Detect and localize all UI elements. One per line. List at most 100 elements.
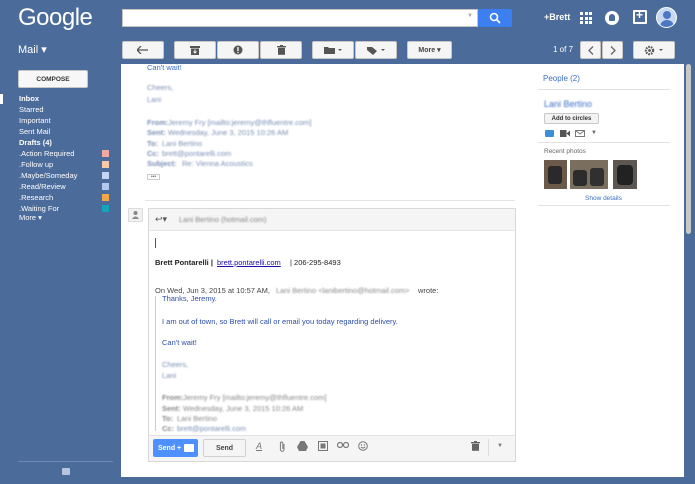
on-wrote-suffix: wrote: xyxy=(418,286,439,295)
active-indicator xyxy=(0,94,3,104)
discard-draft-icon[interactable] xyxy=(471,441,480,453)
quoted-cheers: Cheers, xyxy=(162,360,189,369)
quoted-sent-value: Wednesday, June 3, 2015 10:26 AM xyxy=(183,404,304,413)
delete-button[interactable] xyxy=(260,41,302,59)
scrollbar[interactable] xyxy=(686,64,691,234)
sidebar-item-waiting-for[interactable]: .Waiting For xyxy=(19,204,59,213)
people-divider xyxy=(538,205,670,206)
quoted-cc-value: brett@pontarelli.com xyxy=(162,149,232,158)
send-plus-button[interactable]: Send + xyxy=(153,439,198,457)
report-spam-button[interactable] xyxy=(217,41,259,59)
more-options-caret-icon[interactable]: ▼ xyxy=(497,443,503,449)
back-button[interactable] xyxy=(122,41,164,59)
quoted-cc-label: Cc: xyxy=(147,149,160,158)
apps-grid-icon[interactable] xyxy=(580,12,592,24)
user-plus-link[interactable]: +Brett xyxy=(544,12,570,22)
sidebar-item-starred[interactable]: Starred xyxy=(19,105,44,114)
message-divider xyxy=(145,200,515,201)
move-to-button[interactable] xyxy=(312,41,354,59)
label-color-swatch[interactable] xyxy=(102,194,109,201)
signature-name: Brett Pontarelli | xyxy=(155,258,213,267)
trash-icon xyxy=(276,45,286,55)
share-plus-icon[interactable] xyxy=(633,8,647,24)
account-avatar[interactable] xyxy=(656,7,677,28)
reply-type-icon[interactable]: ↩▾ xyxy=(155,214,167,225)
google-logo[interactable]: Google xyxy=(18,4,93,32)
quoted-thanks: Thanks, Jeremy. xyxy=(162,294,217,303)
quoted-sent-label: Sent: xyxy=(147,128,166,137)
quoted-to-value: Lani Bertino xyxy=(177,414,218,423)
label-color-swatch[interactable] xyxy=(102,172,109,179)
signature-phone: | 206-295-8493 xyxy=(290,258,341,267)
pager-count: 1 of 7 xyxy=(553,45,574,54)
search-options-caret-icon[interactable]: ▼ xyxy=(467,13,473,19)
search-input[interactable] xyxy=(122,9,478,27)
sidebar-item-research[interactable]: .Research xyxy=(19,193,53,202)
sidebar-item-drafts[interactable]: Drafts (4) xyxy=(19,138,52,147)
more-actions-caret-icon[interactable]: ▼ xyxy=(591,130,597,136)
contact-name[interactable]: Lani Bertino xyxy=(544,99,592,109)
settings-button[interactable] xyxy=(633,41,675,59)
show-details-link[interactable]: Show details xyxy=(585,195,622,202)
sidebar-item-follow-up[interactable]: .Follow up xyxy=(19,160,53,169)
compose-button[interactable]: COMPOSE xyxy=(18,70,88,88)
sidebar-item-maybe-someday[interactable]: .Maybe/Someday xyxy=(19,171,77,180)
recent-photo[interactable] xyxy=(613,160,637,189)
sidebar-item-sent-mail[interactable]: Sent Mail xyxy=(19,127,50,136)
quoted-cc-value: brett@pontarelli.com xyxy=(177,424,247,433)
insert-emoji-icon[interactable] xyxy=(358,441,368,453)
text-cursor xyxy=(155,238,156,248)
email-envelope-icon[interactable] xyxy=(575,130,585,137)
older-button[interactable] xyxy=(602,41,623,59)
label-color-swatch[interactable] xyxy=(102,161,109,168)
reply-recipient[interactable]: Lani Bertino (hotmail.com) xyxy=(179,215,267,224)
report-spam-icon xyxy=(233,45,243,55)
insert-photo-icon[interactable] xyxy=(318,441,328,453)
archive-icon xyxy=(190,45,200,55)
send-button[interactable]: Send xyxy=(203,439,246,457)
chat-icon[interactable] xyxy=(62,468,70,475)
more-button[interactable]: More ▾ xyxy=(407,41,452,59)
recent-photos-label: Recent photos xyxy=(544,148,586,155)
label-color-swatch[interactable] xyxy=(102,183,109,190)
sidebar-item-read-review[interactable]: .Read/Review xyxy=(19,182,66,191)
labels-button[interactable] xyxy=(355,41,397,59)
google-drive-icon[interactable] xyxy=(297,441,308,453)
quoted-to-label: To: xyxy=(147,139,159,148)
archive-button[interactable] xyxy=(174,41,216,59)
video-call-icon[interactable] xyxy=(560,130,570,137)
sidebar-item-important[interactable]: Important xyxy=(19,116,51,125)
notifications-bell-icon[interactable] xyxy=(605,11,619,25)
insert-link-icon[interactable] xyxy=(336,441,350,451)
sidebar-item-action-required[interactable]: .Action Required xyxy=(19,149,74,158)
gear-icon xyxy=(644,45,663,55)
hangout-chat-icon[interactable] xyxy=(545,130,554,137)
search-button[interactable] xyxy=(478,9,512,27)
add-to-circles-button[interactable]: Add to circles xyxy=(544,113,599,124)
chevron-right-icon xyxy=(610,45,616,55)
formatting-options-icon[interactable]: A xyxy=(256,441,262,451)
recent-photo[interactable] xyxy=(570,160,608,189)
folder-icon xyxy=(324,47,342,54)
label-color-swatch[interactable] xyxy=(102,150,109,157)
newer-button[interactable] xyxy=(580,41,601,59)
label-color-swatch[interactable] xyxy=(102,205,109,212)
label-tag-icon xyxy=(367,46,385,55)
recent-photo[interactable] xyxy=(544,160,567,189)
signature-email-link[interactable]: brett.pontarelli.com xyxy=(217,258,281,267)
quoted-body: I am out of town, so Brett will call or … xyxy=(162,317,398,326)
quoted-from-value: Jeremy Fry [mailto:jeremy@thfluentre.com… xyxy=(168,118,312,127)
back-arrow-icon xyxy=(137,46,148,54)
send-archive-icon xyxy=(184,444,195,452)
sidebar-item-inbox[interactable]: Inbox xyxy=(19,94,39,103)
mail-switcher[interactable]: Mail ▾ xyxy=(18,43,47,56)
attach-file-icon[interactable] xyxy=(279,441,286,454)
people-divider xyxy=(538,142,670,143)
quoted-from-label: From: xyxy=(162,393,184,402)
show-trimmed-content-button[interactable]: ••• xyxy=(147,174,160,180)
quote-bar xyxy=(155,296,156,431)
sidebar-item-more[interactable]: More ▾ xyxy=(19,213,42,222)
search-icon xyxy=(489,12,501,24)
people-widget-title[interactable]: People (2) xyxy=(543,74,580,83)
quoted-name: Lani xyxy=(162,371,177,380)
